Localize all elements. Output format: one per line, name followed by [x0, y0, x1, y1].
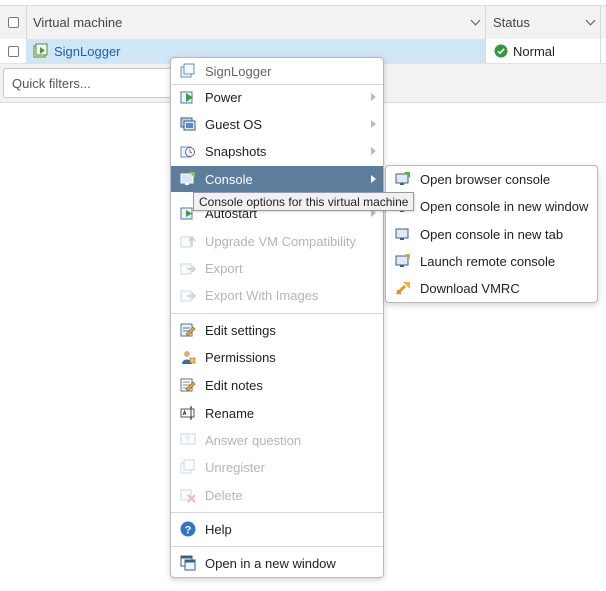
edit-settings-icon — [180, 323, 196, 337]
menu-divider — [171, 546, 383, 547]
vm-powered-on-icon — [33, 43, 48, 58]
permissions-icon — [182, 351, 196, 364]
column-header-virtual-machine[interactable]: Virtual machine — [26, 6, 486, 39]
grid-header: Virtual machine Status — [0, 5, 606, 40]
remote-console-icon — [395, 254, 410, 267]
menu-item-label: Permissions — [205, 349, 276, 365]
chevron-down-icon[interactable] — [470, 15, 481, 26]
menu-item-permissions[interactable]: Permissions — [171, 344, 383, 370]
column-header-label: Virtual machine — [33, 15, 123, 30]
rename-icon — [180, 406, 195, 420]
submenu-arrow-icon — [371, 93, 376, 101]
edit-notes-icon — [180, 378, 196, 392]
submenu-item-label: Launch remote console — [420, 253, 556, 269]
export-icon — [180, 263, 196, 275]
guest-os-icon — [180, 117, 196, 131]
menu-item-edit-settings[interactable]: Edit settings — [171, 317, 383, 343]
menu-item-guest-os[interactable]: Guest OS — [171, 111, 383, 137]
menu-item-delete[interactable]: Delete — [171, 482, 383, 508]
submenu-arrow-icon — [371, 120, 376, 128]
console-tab-icon — [395, 228, 409, 240]
browser-console-icon — [395, 172, 410, 185]
console-submenu: Open browser console Open console in new… — [385, 165, 598, 303]
menu-item-label: Unregister — [205, 459, 265, 475]
vm-name-link[interactable]: SignLogger — [54, 44, 121, 59]
menu-item-label: Edit notes — [205, 377, 263, 393]
row-select-cell — [0, 39, 27, 63]
vm-status-cell: Normal — [487, 39, 601, 63]
menu-item-label: Export With Images — [205, 287, 319, 303]
svg-text:?: ? — [185, 435, 190, 444]
console-icon — [180, 172, 195, 185]
submenu-item-download-vmrc[interactable]: Download VMRC — [386, 275, 597, 301]
status-text: Normal — [513, 43, 555, 59]
submenu-item-label: Open browser console — [420, 171, 551, 187]
submenu-item-open-browser-console[interactable]: Open browser console — [386, 166, 597, 192]
submenu-arrow-icon — [371, 147, 376, 155]
menu-item-label: Rename — [205, 405, 255, 421]
menu-item-label: Guest OS — [205, 116, 263, 132]
svg-text:?: ? — [185, 524, 192, 536]
menu-item-upgrade-vm-compatibility[interactable]: Upgrade VM Compatibility — [171, 228, 383, 254]
menu-item-label: Console — [205, 171, 253, 187]
select-all-cell — [0, 6, 27, 39]
submenu-arrow-icon — [371, 175, 376, 183]
menu-header-label: SignLogger — [205, 63, 272, 79]
context-menu: SignLogger Power Guest OS Snapshots Cons… — [170, 57, 384, 578]
submenu-item-open-console-new-window[interactable]: Open console in new window — [386, 193, 597, 219]
download-vmrc-icon — [395, 282, 410, 296]
menu-item-rename[interactable]: Rename — [171, 400, 383, 426]
select-all-checkbox[interactable] — [7, 17, 19, 28]
menu-item-label: Answer question — [205, 432, 302, 448]
export-images-icon — [180, 290, 196, 302]
menu-header: SignLogger — [171, 58, 383, 84]
column-header-label: Status — [493, 15, 530, 30]
menu-item-power[interactable]: Power — [171, 84, 383, 110]
menu-item-unregister[interactable]: Unregister — [171, 454, 383, 480]
submenu-item-launch-remote-console[interactable]: Launch remote console — [386, 248, 597, 274]
menu-item-label: Snapshots — [205, 143, 267, 159]
row-checkbox[interactable] — [7, 45, 19, 57]
menu-item-export[interactable]: Export — [171, 255, 383, 281]
delete-icon — [180, 489, 196, 503]
unregister-icon — [180, 459, 195, 474]
chevron-down-icon[interactable] — [585, 15, 596, 26]
snapshots-icon — [180, 146, 195, 158]
menu-item-answer-question[interactable]: ? Answer question — [171, 427, 383, 453]
submenu-item-open-console-new-tab[interactable]: Open console in new tab — [386, 221, 597, 247]
menu-item-label: Edit settings — [205, 322, 276, 338]
upgrade-icon — [180, 235, 196, 248]
menu-item-help[interactable]: ? Help — [171, 516, 383, 542]
vm-icon — [180, 63, 195, 78]
column-header-status[interactable]: Status — [487, 6, 601, 39]
menu-item-export-with-images[interactable]: Export With Images — [171, 282, 383, 308]
menu-item-label: Upgrade VM Compatibility — [205, 233, 357, 249]
submenu-item-label: Download VMRC — [420, 280, 520, 296]
menu-item-label: Delete — [205, 487, 243, 503]
menu-item-label: Help — [205, 521, 232, 537]
submenu-item-label: Open console in new tab — [420, 226, 564, 242]
menu-item-label: Open in a new window — [205, 555, 336, 571]
menu-item-label: Export — [205, 260, 243, 276]
menu-divider — [171, 313, 383, 314]
menu-divider — [171, 512, 383, 513]
check-circle-icon — [494, 44, 508, 58]
power-icon — [180, 91, 193, 104]
menu-item-label: Power — [205, 89, 242, 105]
new-window-icon — [180, 555, 196, 571]
menu-item-edit-notes[interactable]: Edit notes — [171, 372, 383, 398]
help-icon: ? — [180, 521, 196, 537]
menu-item-snapshots[interactable]: Snapshots — [171, 138, 383, 164]
answer-question-icon: ? — [180, 433, 196, 445]
submenu-item-label: Open console in new window — [420, 198, 589, 214]
menu-item-console[interactable]: Console — [171, 166, 383, 192]
tooltip: Console options for this virtual machine — [193, 192, 415, 211]
menu-item-open-in-new-window[interactable]: Open in a new window — [171, 550, 383, 576]
